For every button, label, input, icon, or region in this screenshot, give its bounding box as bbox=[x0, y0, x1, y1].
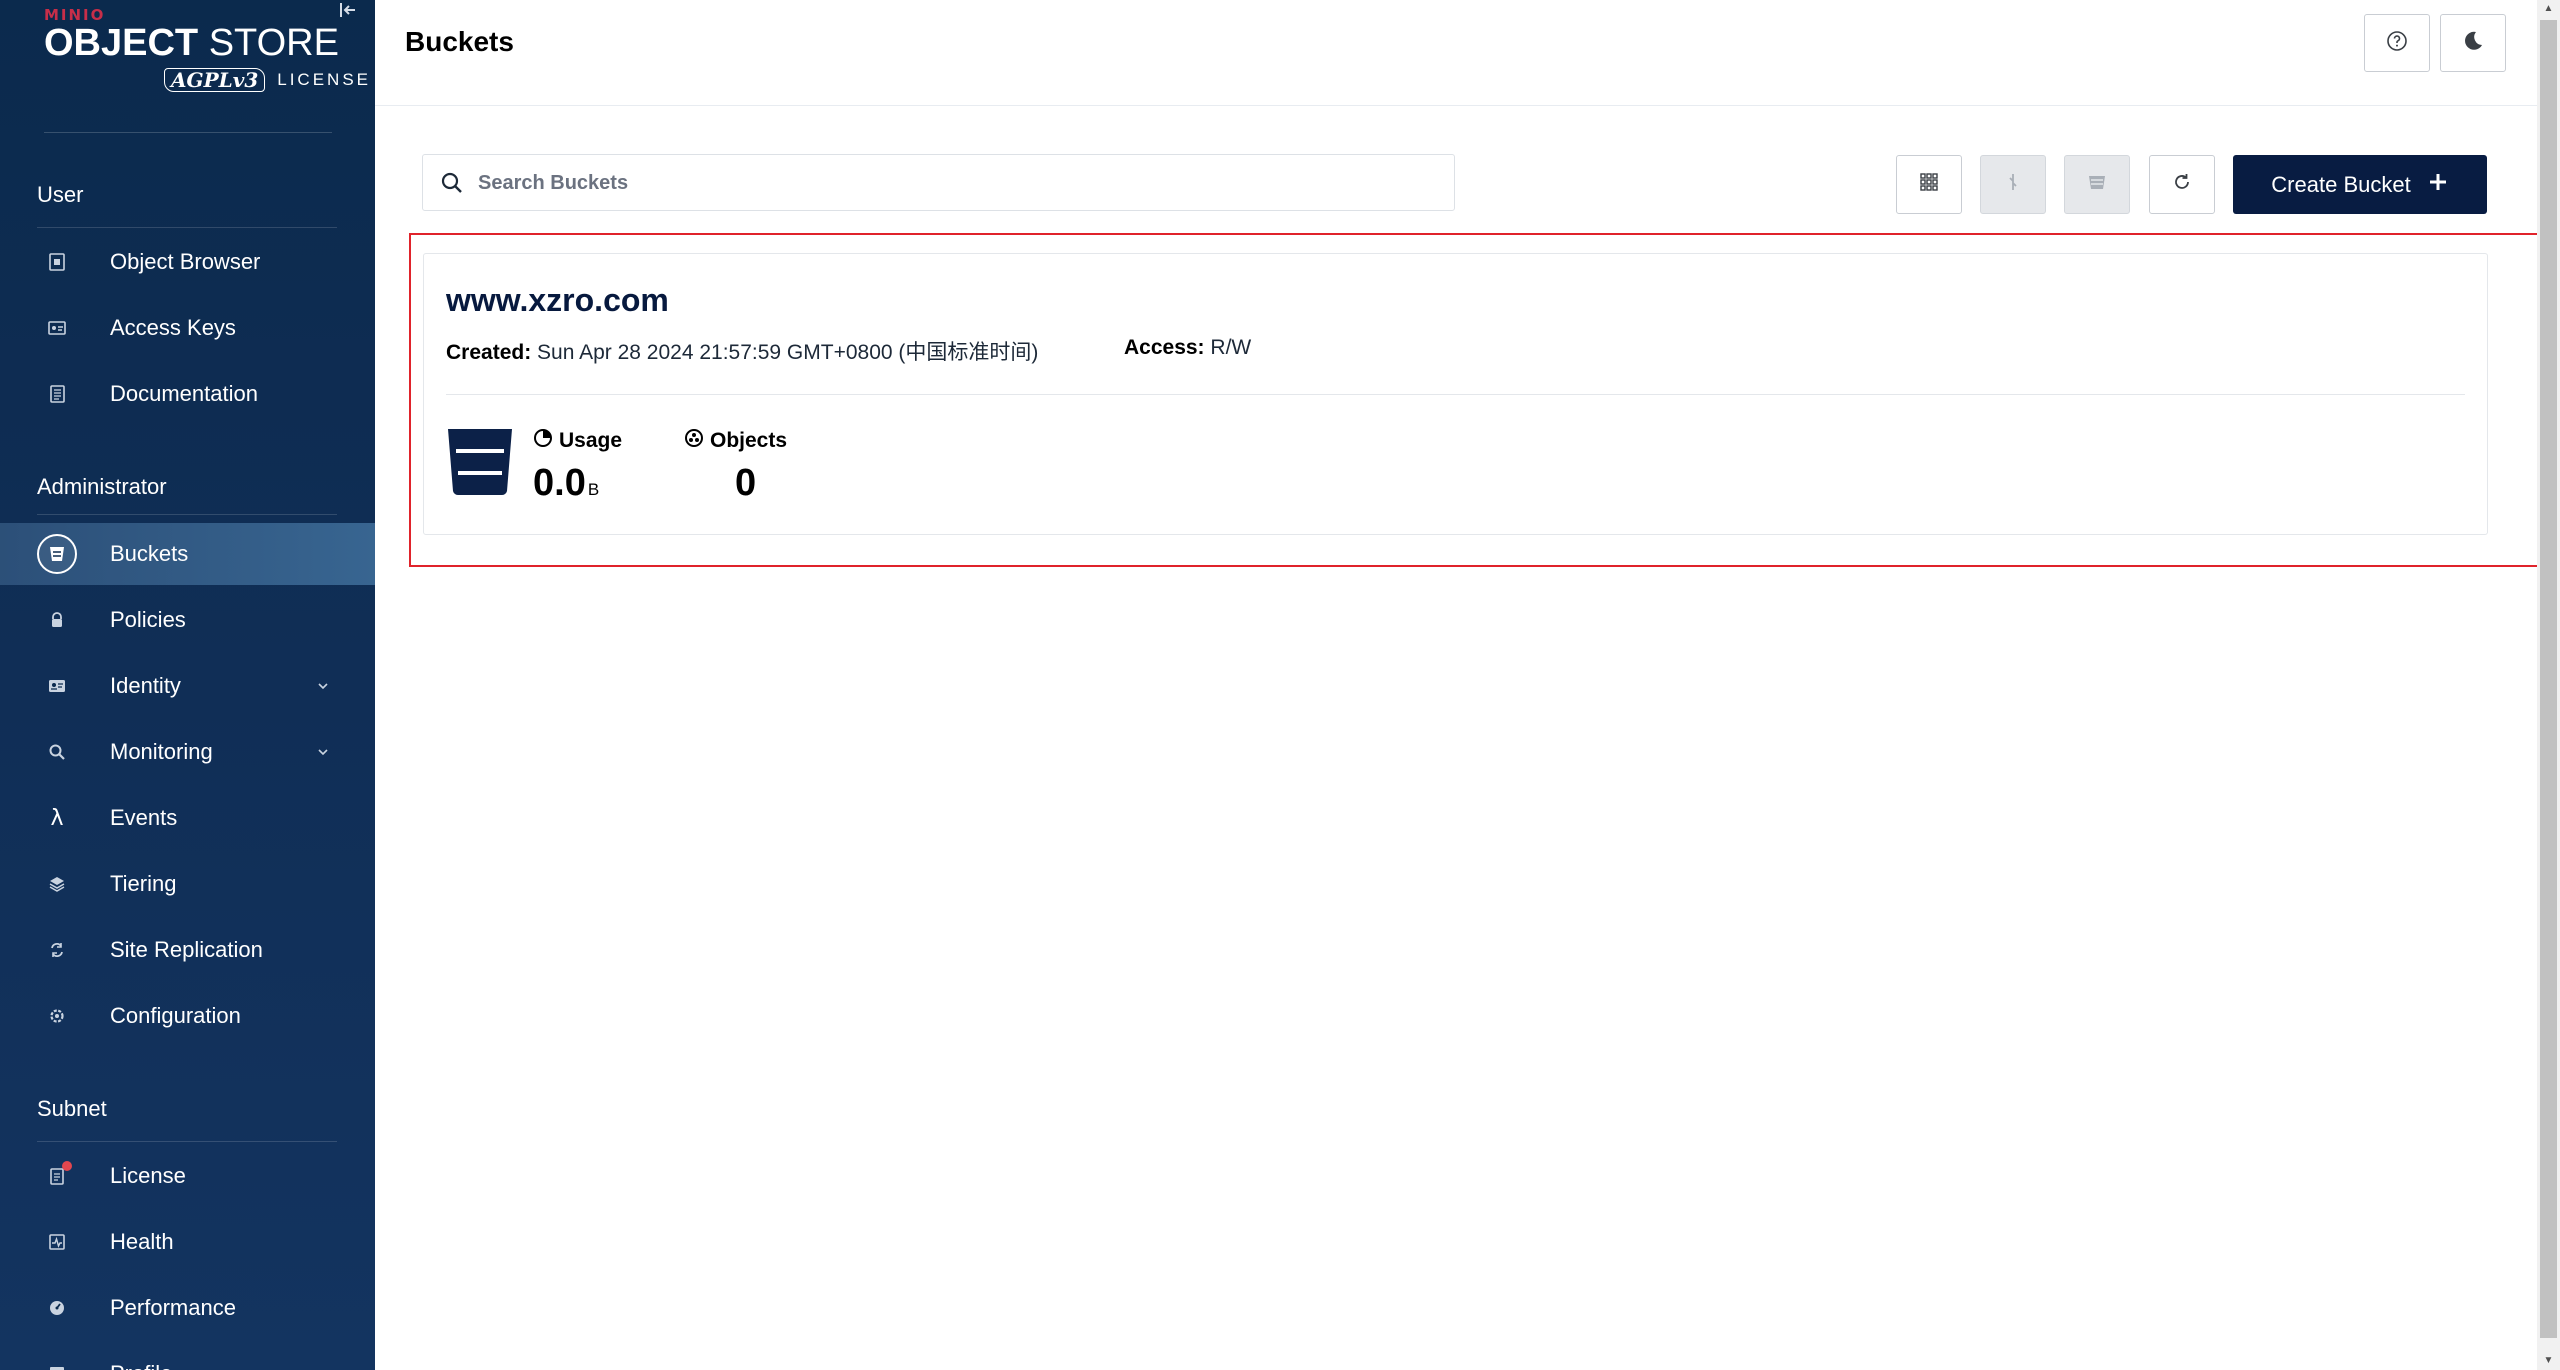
sidebar-item-license[interactable]: License bbox=[0, 1145, 375, 1207]
agpl-badge: AGPLv3 bbox=[164, 68, 266, 92]
profile-icon bbox=[37, 1354, 77, 1370]
sidebar-item-label: Identity bbox=[110, 673, 181, 698]
gear-icon bbox=[37, 996, 77, 1036]
section-divider bbox=[37, 1141, 337, 1142]
scroll-up-arrow-icon[interactable]: ▲ bbox=[2540, 0, 2557, 18]
health-icon bbox=[37, 1222, 77, 1262]
search-icon bbox=[439, 170, 465, 196]
bucket-name[interactable]: www.xzro.com bbox=[446, 282, 669, 319]
bucket-card[interactable]: www.xzro.com Created: Sun Apr 28 2024 21… bbox=[423, 253, 2488, 535]
sidebar-item-label: Buckets bbox=[110, 541, 189, 566]
sidebar-item-events[interactable]: λ Events bbox=[0, 787, 375, 849]
minio-logo[interactable]: MINIO OBJECT STORE AGPLv3 LICENSE bbox=[44, 6, 368, 92]
grid-select-icon bbox=[1918, 171, 1940, 198]
bucket-created: Created: Sun Apr 28 2024 21:57:59 GMT+08… bbox=[446, 341, 1039, 364]
objects-value: 0 bbox=[735, 462, 757, 504]
bucket-access: Access: R/W bbox=[1124, 336, 1252, 359]
sidebar-item-label: Performance bbox=[110, 1295, 236, 1320]
sidebar-item-label: Access Keys bbox=[110, 315, 236, 340]
pie-chart-icon bbox=[533, 428, 553, 454]
replication-icon bbox=[2002, 171, 2024, 198]
sidebar-item-configuration[interactable]: Configuration bbox=[0, 985, 375, 1047]
chevron-down-icon[interactable] bbox=[316, 678, 330, 694]
id-card-icon bbox=[37, 666, 77, 706]
usage-label: Usage bbox=[533, 428, 622, 454]
chevron-down-icon[interactable] bbox=[316, 744, 330, 760]
sidebar-item-health[interactable]: Health bbox=[0, 1211, 375, 1273]
page-title: Buckets bbox=[405, 26, 514, 57]
notification-dot bbox=[62, 1161, 72, 1171]
sidebar-item-label: Configuration bbox=[110, 1003, 241, 1028]
moon-icon bbox=[2462, 30, 2484, 57]
sidebar-item-access-keys[interactable]: Access Keys bbox=[0, 297, 375, 359]
license-text: LICENSE bbox=[277, 70, 371, 89]
sidebar-item-profile[interactable]: Profile bbox=[0, 1343, 375, 1370]
sidebar-item-site-replication[interactable]: Site Replication bbox=[0, 919, 375, 981]
search-box bbox=[422, 154, 1455, 211]
section-title-user: User bbox=[37, 182, 84, 207]
sidebar-item-identity[interactable]: Identity bbox=[0, 655, 375, 717]
theme-toggle-button[interactable] bbox=[2440, 14, 2506, 72]
license-row: AGPLv3 LICENSE bbox=[164, 68, 371, 92]
sidebar-item-label: Object Browser bbox=[110, 249, 261, 274]
sidebar-item-monitoring[interactable]: Monitoring bbox=[0, 721, 375, 783]
performance-icon bbox=[37, 1288, 77, 1328]
objects-icon bbox=[684, 428, 704, 454]
sidebar-item-label: Site Replication bbox=[110, 937, 263, 962]
question-circle-icon bbox=[2386, 30, 2408, 57]
section-title-administrator: Administrator bbox=[37, 474, 167, 499]
layers-icon bbox=[37, 864, 77, 904]
sidebar-item-documentation[interactable]: Documentation bbox=[0, 363, 375, 425]
sidebar-item-object-browser[interactable]: Object Browser bbox=[0, 231, 375, 293]
scroll-down-arrow-icon[interactable]: ▼ bbox=[2540, 1352, 2557, 1370]
sidebar-item-label: Health bbox=[110, 1229, 174, 1254]
sidebar-item-performance[interactable]: Performance bbox=[0, 1277, 375, 1339]
page-header: Buckets bbox=[375, 0, 2537, 106]
refresh-button[interactable] bbox=[2149, 155, 2215, 214]
section-divider bbox=[37, 227, 337, 228]
section-title-subnet: Subnet bbox=[37, 1096, 107, 1121]
create-bucket-label: Create Bucket bbox=[2271, 171, 2411, 197]
replication-icon bbox=[37, 930, 77, 970]
sidebar-item-label: Profile bbox=[110, 1361, 172, 1370]
objects-label: Objects bbox=[684, 428, 787, 454]
bucket-icon bbox=[37, 534, 77, 574]
sidebar-item-label: Events bbox=[110, 805, 178, 830]
section-divider bbox=[37, 514, 337, 515]
select-multiple-button[interactable] bbox=[1896, 155, 1962, 214]
sidebar-item-label: Policies bbox=[110, 607, 186, 632]
product-name: OBJECT STORE bbox=[44, 22, 339, 64]
search-input[interactable] bbox=[478, 165, 1438, 201]
set-replication-button[interactable] bbox=[1980, 155, 2046, 214]
stack-icon bbox=[2086, 171, 2108, 198]
usage-value: 0.0 B bbox=[533, 462, 600, 504]
object-browser-icon bbox=[37, 242, 77, 282]
lambda-icon: λ bbox=[50, 805, 64, 831]
sidebar-item-tiering[interactable]: Tiering bbox=[0, 853, 375, 915]
card-divider bbox=[446, 394, 2465, 395]
help-button[interactable] bbox=[2364, 14, 2430, 72]
set-lifecycle-button[interactable] bbox=[2064, 155, 2130, 214]
logo-divider bbox=[44, 132, 332, 133]
documentation-icon bbox=[37, 374, 77, 414]
sidebar-item-label: Monitoring bbox=[110, 739, 213, 764]
sidebar-item-buckets[interactable]: Buckets bbox=[0, 523, 375, 585]
sidebar-item-label: Tiering bbox=[110, 871, 177, 896]
scrollbar-thumb[interactable] bbox=[2540, 20, 2557, 1338]
sidebar-item-policies[interactable]: Policies bbox=[0, 589, 375, 651]
lock-icon bbox=[37, 600, 77, 640]
magnifier-icon bbox=[37, 732, 77, 772]
main-content: Buckets Search Buckets Create Bucket www… bbox=[375, 0, 2553, 1370]
sidebar-item-label: License bbox=[110, 1163, 186, 1188]
sidebar: MINIO OBJECT STORE AGPLv3 LICENSE User O… bbox=[0, 0, 375, 1370]
create-bucket-button[interactable]: Create Bucket bbox=[2233, 155, 2487, 214]
bucket-icon bbox=[446, 427, 514, 497]
refresh-icon bbox=[2171, 171, 2193, 198]
plus-icon bbox=[2427, 171, 2449, 199]
sidebar-item-label: Documentation bbox=[110, 381, 258, 406]
access-keys-icon bbox=[37, 308, 77, 348]
